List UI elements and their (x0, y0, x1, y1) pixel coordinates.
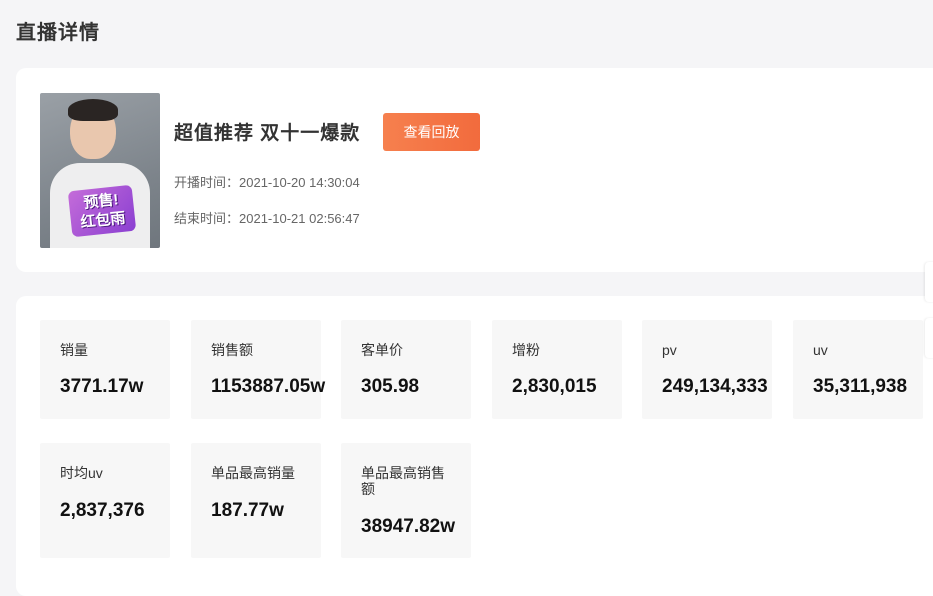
live-title: 超值推荐 双十一爆款 (174, 123, 361, 144)
stat-label: 销售额 (211, 342, 253, 358)
stat-value: 2,837,376 (60, 500, 145, 521)
side-panel-handle[interactable] (925, 318, 933, 358)
start-time-label: 开播时间： (174, 175, 240, 190)
end-time-label: 结束时间： (174, 211, 240, 226)
stat-label: pv (662, 342, 677, 358)
stat-tile-hourly-uv: 时均uv 2,837,376 (40, 443, 170, 558)
end-time-value: 2021-10-21 02:56:47 (239, 211, 360, 226)
cover-figure-hair (68, 99, 118, 121)
stat-tile-top-item-amount: 单品最高销售额 38947.82w (341, 443, 471, 558)
stat-tile-new-followers: 增粉 2,830,015 (492, 320, 622, 419)
stat-label: uv (813, 342, 828, 358)
stat-tile-sales-amount: 销售额 1153887.05w (191, 320, 325, 419)
stat-tile-uv: uv 35,311,938 (793, 320, 923, 419)
stat-label: 增粉 (512, 342, 540, 358)
stat-value: 38947.82w (361, 516, 456, 537)
cover-badge: 预售! 红包雨 (67, 184, 137, 238)
stat-label: 销量 (60, 342, 88, 358)
stat-label: 客单价 (361, 342, 403, 358)
stat-value: 1153887.05w (211, 376, 326, 397)
side-panel-handle[interactable] (925, 262, 933, 302)
stat-tile-unit-price: 客单价 305.98 (341, 320, 471, 419)
stat-label: 单品最高销售额 (361, 465, 445, 497)
stat-tile-pv: pv 249,134,333 (642, 320, 772, 419)
stat-label: 时均uv (60, 465, 103, 481)
start-time-row: 开播时间：2021-10-20 14:30:04 (174, 172, 360, 191)
stat-value: 187.77w (211, 500, 284, 521)
live-cover-image: 预售! 红包雨 (40, 93, 160, 248)
view-replay-button[interactable]: 查看回放 (383, 113, 480, 151)
end-time-row: 结束时间：2021-10-21 02:56:47 (174, 208, 360, 227)
page-title: 直播详情 (16, 22, 100, 44)
stat-value: 305.98 (361, 376, 420, 397)
stat-value: 249,134,333 (662, 376, 768, 397)
live-info-card: 预售! 红包雨 超值推荐 双十一爆款 查看回放 开播时间：2021-10-20 … (16, 68, 933, 272)
stat-value: 3771.17w (60, 376, 144, 397)
stat-tile-sales-volume: 销量 3771.17w (40, 320, 170, 419)
stat-value: 2,830,015 (512, 376, 597, 397)
stats-card: 销量 3771.17w 销售额 1153887.05w 客单价 305.98 增… (16, 296, 933, 596)
start-time-value: 2021-10-20 14:30:04 (239, 175, 360, 190)
stat-label: 单品最高销量 (211, 465, 295, 481)
stat-value: 35,311,938 (813, 376, 908, 397)
stat-tile-top-item-volume: 单品最高销量 187.77w (191, 443, 321, 558)
